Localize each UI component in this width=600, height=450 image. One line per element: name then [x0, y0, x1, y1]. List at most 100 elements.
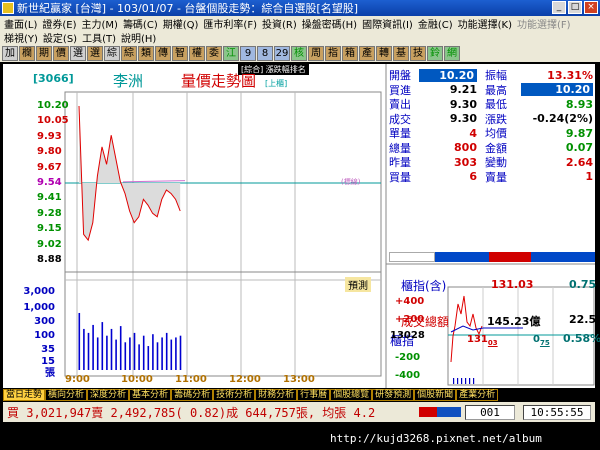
mini-index-pct: 0.58% — [563, 332, 600, 345]
volume-tick-label: 100 — [34, 330, 55, 341]
quote-v2: 8.93 — [565, 97, 593, 111]
menu2-item-1[interactable]: 設定(S) — [43, 30, 77, 45]
toolbar-button-14[interactable]: 9 — [240, 45, 256, 61]
volume-bar — [110, 328, 113, 370]
toolbar-button-8[interactable]: 類 — [138, 45, 154, 61]
menu-item-7[interactable]: 操盤密碼(H) — [302, 16, 357, 31]
toolbar-button-11[interactable]: 權 — [189, 45, 205, 61]
close-button[interactable]: × — [584, 1, 598, 14]
toolbar-button-10[interactable]: 智 — [172, 45, 188, 61]
menu-item-9[interactable]: 金融(C) — [418, 16, 453, 31]
page-counter[interactable]: 001 — [465, 404, 515, 420]
toolbar-button-5[interactable]: 選 — [87, 45, 103, 61]
toolbar-button-7[interactable]: 綜 — [121, 45, 137, 61]
analysis-tab-2[interactable]: 深度分析 — [87, 389, 130, 401]
stock-code: [3066] — [33, 72, 74, 85]
toolbar-button-21[interactable]: 產 — [359, 45, 375, 61]
analysis-tabs: 當日走勢 橫向分析 深度分析 基本分析 籌碼分析 技術分析 財務分析 行事曆 個股總覽 研發預測個… — [3, 389, 595, 401]
analysis-tab-11[interactable]: 產業分析 — [456, 389, 499, 401]
mini-axis-label: +400 — [395, 296, 425, 307]
chart-title: 量價走勢圖 — [181, 72, 257, 90]
buy-sell-indicator — [419, 407, 461, 417]
toolbar-button-15[interactable]: 8 — [257, 45, 273, 61]
toolbar-button-6[interactable]: 綜 — [104, 45, 120, 61]
price-tick-label: 9.93 — [37, 130, 62, 142]
volume-bar — [170, 339, 173, 370]
mini-axis-label: -400 — [395, 370, 421, 381]
window-titlebar: 新世紀贏家 [台灣] - 103/01/07 - 台盤個股走勢：綜合自選股[名望… — [0, 0, 600, 16]
analysis-tab-5[interactable]: 技術分析 — [213, 389, 256, 401]
volume-bar — [87, 332, 90, 370]
menu2-item-3[interactable]: 說明(H) — [121, 30, 156, 45]
price-tick-label: 10.05 — [37, 115, 69, 127]
app-icon — [2, 2, 14, 14]
menu-item-2[interactable]: 主力(M) — [82, 16, 118, 31]
price-tick-label: 9.28 — [37, 207, 62, 219]
analysis-tab-4[interactable]: 籌碼分析 — [171, 389, 214, 401]
toolbar-button-19[interactable]: 指 — [325, 45, 341, 61]
analysis-tab-1[interactable]: 橫向分析 — [45, 389, 88, 401]
toolbar-button-2[interactable]: 期 — [36, 45, 52, 61]
price-tick-label: 9.41 — [37, 192, 62, 204]
menu-item-0[interactable]: 畫面(L) — [4, 16, 37, 31]
analysis-tab-9[interactable]: 研發預測 — [372, 389, 415, 401]
minimize-button[interactable]: _ — [552, 1, 566, 14]
analysis-tab-7[interactable]: 行事曆 — [297, 389, 331, 401]
toolbar-button-0[interactable]: 加 — [2, 45, 18, 61]
volume-bar — [83, 328, 85, 370]
menu-item-10[interactable]: 功能選擇(K) — [458, 16, 512, 31]
analysis-tab-8[interactable]: 個股總覽 — [330, 389, 373, 401]
toolbar-button-26[interactable]: 網 — [444, 45, 460, 61]
volume-bar — [175, 337, 177, 370]
toolbar-button-12[interactable]: 委 — [206, 45, 222, 61]
analysis-tab-0[interactable]: 當日走勢 — [3, 389, 46, 401]
menu-item-3[interactable]: 籌碼(C) — [123, 16, 158, 31]
toolbar-button-16[interactable]: 29 — [274, 45, 290, 61]
menubar: 畫面(L) 證券(E) 主力(M) 籌碼(C) 期權(Q) 匯市利率(F) 投資(R) 操盤密… — [0, 16, 600, 45]
maximize-button[interactable]: □ — [568, 1, 582, 14]
volume-tick-label: 張 — [45, 368, 55, 379]
price-tick-label: 9.02 — [37, 238, 62, 250]
volume-bar — [115, 339, 117, 370]
quote-row: 買量 6 賣量 1 — [389, 170, 595, 185]
stock-name: 李洲 — [113, 72, 144, 90]
menu-item-5[interactable]: 匯市利率(F) — [203, 16, 257, 31]
toolbar-button-9[interactable]: 傳 — [155, 45, 171, 61]
volume-bar — [124, 342, 127, 370]
quote-v1: 6 — [469, 170, 477, 184]
menu2-item-2[interactable]: 工具(T) — [82, 30, 116, 45]
toolbar-button-20[interactable]: 箱 — [342, 45, 358, 61]
menu-item-8[interactable]: 國際資訊(I) — [362, 16, 413, 31]
time-tick-label: 12:00 — [229, 374, 261, 385]
analysis-tab-10[interactable]: 個股新聞 — [414, 389, 457, 401]
toolbar-button-18[interactable]: 周 — [308, 45, 324, 61]
price-tick-label: 8.88 — [37, 254, 62, 265]
bid-ask-bar — [389, 252, 595, 262]
price-tick-label: 10.20 — [37, 100, 69, 111]
quote-v2: 10.20 — [521, 83, 593, 97]
quote-l1: 買量 — [389, 170, 411, 184]
price-line — [78, 105, 181, 242]
volume-tick-label: 3,000 — [23, 286, 55, 297]
toolbar-button-24[interactable]: 技 — [410, 45, 426, 61]
main-panel: [綜合] 漲跌幅排名 [3066] 李洲 量價走勢圖 [上櫃] (標線) 10.… — [3, 64, 600, 388]
toolbar-button-22[interactable]: 轉 — [376, 45, 392, 61]
analysis-tab-6[interactable]: 財務分析 — [255, 389, 298, 401]
quote-row: 總量 800 金額 0.07 — [389, 141, 595, 156]
menu-item-4[interactable]: 期權(Q) — [163, 16, 199, 31]
predict-button[interactable]: 預測 — [345, 277, 371, 292]
toolbar-button-17[interactable]: 核 — [291, 45, 307, 61]
volume-bar — [165, 332, 168, 370]
toolbar-button-3[interactable]: 價 — [53, 45, 69, 61]
toolbar-button-23[interactable]: 基 — [393, 45, 409, 61]
toolbar-button-1[interactable]: 欄 — [19, 45, 35, 61]
menu-item-6[interactable]: 投資(R) — [262, 16, 297, 31]
menu2-item-0[interactable]: 梯視(Y) — [4, 30, 38, 45]
toolbar-button-13[interactable]: 江 — [223, 45, 239, 61]
trade-summary: 買 3,021,947賣 2,492,785( 0.82)成 644,757張,… — [7, 405, 376, 420]
toolbar: 加欄期價選選綜綜類傳智權委江 9 8 29 核周指箱產轉基技鈴網 — [0, 44, 600, 62]
toolbar-button-4[interactable]: 選 — [70, 45, 86, 61]
toolbar-button-25[interactable]: 鈴 — [427, 45, 443, 61]
analysis-tab-3[interactable]: 基本分析 — [129, 389, 172, 401]
menu-item-1[interactable]: 證券(E) — [42, 16, 76, 31]
